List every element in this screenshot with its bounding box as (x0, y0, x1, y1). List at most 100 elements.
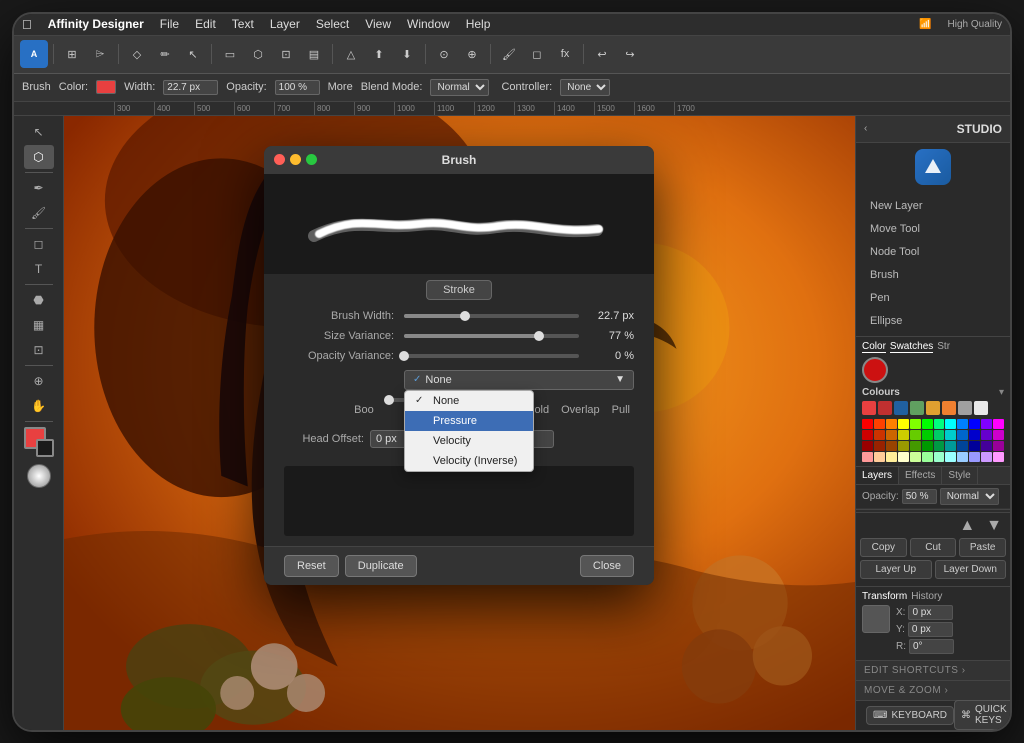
x-input[interactable] (908, 605, 953, 620)
quick-keys-btn[interactable]: ⌘ QUICK KEYS (954, 700, 1010, 730)
color-grid-cell[interactable] (957, 441, 968, 451)
color-grid-cell[interactable] (922, 419, 933, 429)
opacity-input[interactable] (275, 80, 320, 95)
dropdown-item-none[interactable]: ✓ None (405, 391, 533, 411)
color-grid-cell[interactable] (945, 419, 956, 429)
apple-menu[interactable]:  (22, 17, 32, 32)
y-input[interactable] (908, 622, 953, 637)
dialog-close-btn[interactable] (274, 154, 285, 165)
color-grid-cell[interactable] (874, 441, 885, 451)
toolbar-brush-icon[interactable]: 🖌 (496, 41, 522, 67)
color-grid-cell[interactable] (886, 441, 897, 451)
brush-width-thumb[interactable] (460, 311, 470, 321)
menu-file[interactable]: File (160, 17, 179, 31)
recent-color-swatch[interactable] (862, 401, 876, 415)
color-grid-cell[interactable] (910, 430, 921, 440)
crop-tool-btn[interactable]: ⊡ (24, 338, 54, 362)
color-grid-cell[interactable] (993, 430, 1004, 440)
color-grid-cell[interactable] (969, 419, 980, 429)
history-tab-btn[interactable]: History (911, 591, 942, 602)
gradient-tool-btn[interactable]: ▦ (24, 313, 54, 337)
toolbar-shape-icon[interactable]: ◇ (124, 41, 150, 67)
swatches-tab[interactable]: Swatches (890, 341, 933, 353)
color-grid-cell[interactable] (922, 430, 933, 440)
menu-edit[interactable]: Edit (195, 17, 216, 31)
menu-view[interactable]: View (365, 17, 391, 31)
color-grid-cell[interactable] (898, 452, 909, 462)
toolbar-import-icon[interactable]: ⬇ (394, 41, 420, 67)
toolbar-share-icon[interactable]: ⌲ (87, 41, 113, 67)
hand-tool-btn[interactable]: ✋ (24, 394, 54, 418)
toolbar-redo-icon[interactable]: ↪ (617, 41, 643, 67)
color-grid-cell[interactable] (993, 452, 1004, 462)
brush-tool-btn[interactable]: 🖌 (24, 201, 54, 225)
color-grid-cell[interactable] (922, 441, 933, 451)
zoom-tool-btn[interactable]: ⊕ (24, 369, 54, 393)
toolbar-undo-icon[interactable]: ↩ (589, 41, 615, 67)
controller-dropdown-btn[interactable]: ✓ None ▼ (404, 370, 634, 390)
fill-tool-btn[interactable]: ⬣ (24, 288, 54, 312)
color-tab[interactable]: Color (862, 341, 886, 353)
menu-select[interactable]: Select (316, 17, 349, 31)
color-grid-cell[interactable] (945, 452, 956, 462)
controller-select[interactable]: None (560, 79, 610, 96)
color-grid-cell[interactable] (910, 452, 921, 462)
layer-down-button[interactable]: Layer Down (935, 560, 1007, 579)
color-grid-cell[interactable] (957, 452, 968, 462)
opacity-variance-thumb[interactable] (399, 351, 409, 361)
color-grid-cell[interactable] (934, 452, 945, 462)
brush-dialog[interactable]: Brush Stroke (264, 146, 654, 585)
toolbar-pen-icon[interactable]: ✏ (152, 41, 178, 67)
color-grid-cell[interactable] (898, 419, 909, 429)
color-grid-cell[interactable] (874, 430, 885, 440)
toolbar-rect-icon[interactable]: ▭ (217, 41, 243, 67)
color-grid-cell[interactable] (993, 441, 1004, 451)
opacity-value-input[interactable] (902, 489, 937, 504)
duplicate-button[interactable]: Duplicate (345, 555, 417, 577)
color-grid-cell[interactable] (910, 441, 921, 451)
recent-color-swatch[interactable] (910, 401, 924, 415)
layers-tab-btn[interactable]: Layers (856, 467, 899, 484)
color-grid-cell[interactable] (862, 452, 873, 462)
toolbar-grid-icon[interactable]: ⊞ (59, 41, 85, 67)
copy-button[interactable]: Copy (860, 538, 907, 557)
size-variance-slider[interactable] (404, 334, 579, 338)
toolbar-eraser-icon[interactable]: ◻ (524, 41, 550, 67)
canvas-area[interactable]: Brush Stroke (64, 116, 855, 730)
menu-text[interactable]: Text (232, 17, 254, 31)
color-grid-cell[interactable] (874, 452, 885, 462)
size-variance-thumb[interactable] (534, 331, 544, 341)
color-grid-cell[interactable] (957, 419, 968, 429)
node-tool-btn[interactable]: ⬡ (24, 145, 54, 169)
color-grid-cell[interactable] (862, 419, 873, 429)
color-grid-cell[interactable] (981, 441, 992, 451)
keyboard-shortcut-btn[interactable]: ⌨ KEYBOARD (866, 706, 954, 725)
toolbar-fill-icon[interactable]: ▤ (301, 41, 327, 67)
color-grid-cell[interactable] (862, 430, 873, 440)
paste-button[interactable]: Paste (959, 538, 1006, 557)
layer-up-button[interactable]: Layer Up (860, 560, 932, 579)
color-grid-cell[interactable] (981, 419, 992, 429)
layer-down-arrow-icon[interactable]: ▼ (982, 517, 1006, 535)
brush-width-slider[interactable] (404, 314, 579, 318)
color-grid-cell[interactable] (898, 430, 909, 440)
recent-color-swatch[interactable] (878, 401, 892, 415)
color-grid-cell[interactable] (886, 419, 897, 429)
more-button[interactable]: More (328, 81, 353, 93)
recent-color-swatch[interactable] (926, 401, 940, 415)
corner-pull-btn[interactable]: Pull (608, 402, 634, 418)
ellipse-tool-btn-panel[interactable]: Ellipse (860, 310, 1006, 332)
style-tab-btn[interactable]: Style (942, 467, 977, 484)
cut-button[interactable]: Cut (910, 538, 957, 557)
recent-color-swatch[interactable] (942, 401, 956, 415)
node-tool-btn-panel[interactable]: Node Tool (860, 241, 1006, 263)
dropdown-item-velocity[interactable]: Velocity (405, 431, 533, 451)
dropdown-item-pressure[interactable]: Pressure (405, 411, 533, 431)
color-grid-cell[interactable] (981, 430, 992, 440)
toolbar-triangle-icon[interactable]: △ (338, 41, 364, 67)
color-grid-cell[interactable] (945, 441, 956, 451)
color-grid-cell[interactable] (934, 441, 945, 451)
stroke-swatch-tab[interactable]: Str (937, 341, 950, 353)
color-grid-cell[interactable] (969, 441, 980, 451)
recent-color-swatch[interactable] (974, 401, 988, 415)
